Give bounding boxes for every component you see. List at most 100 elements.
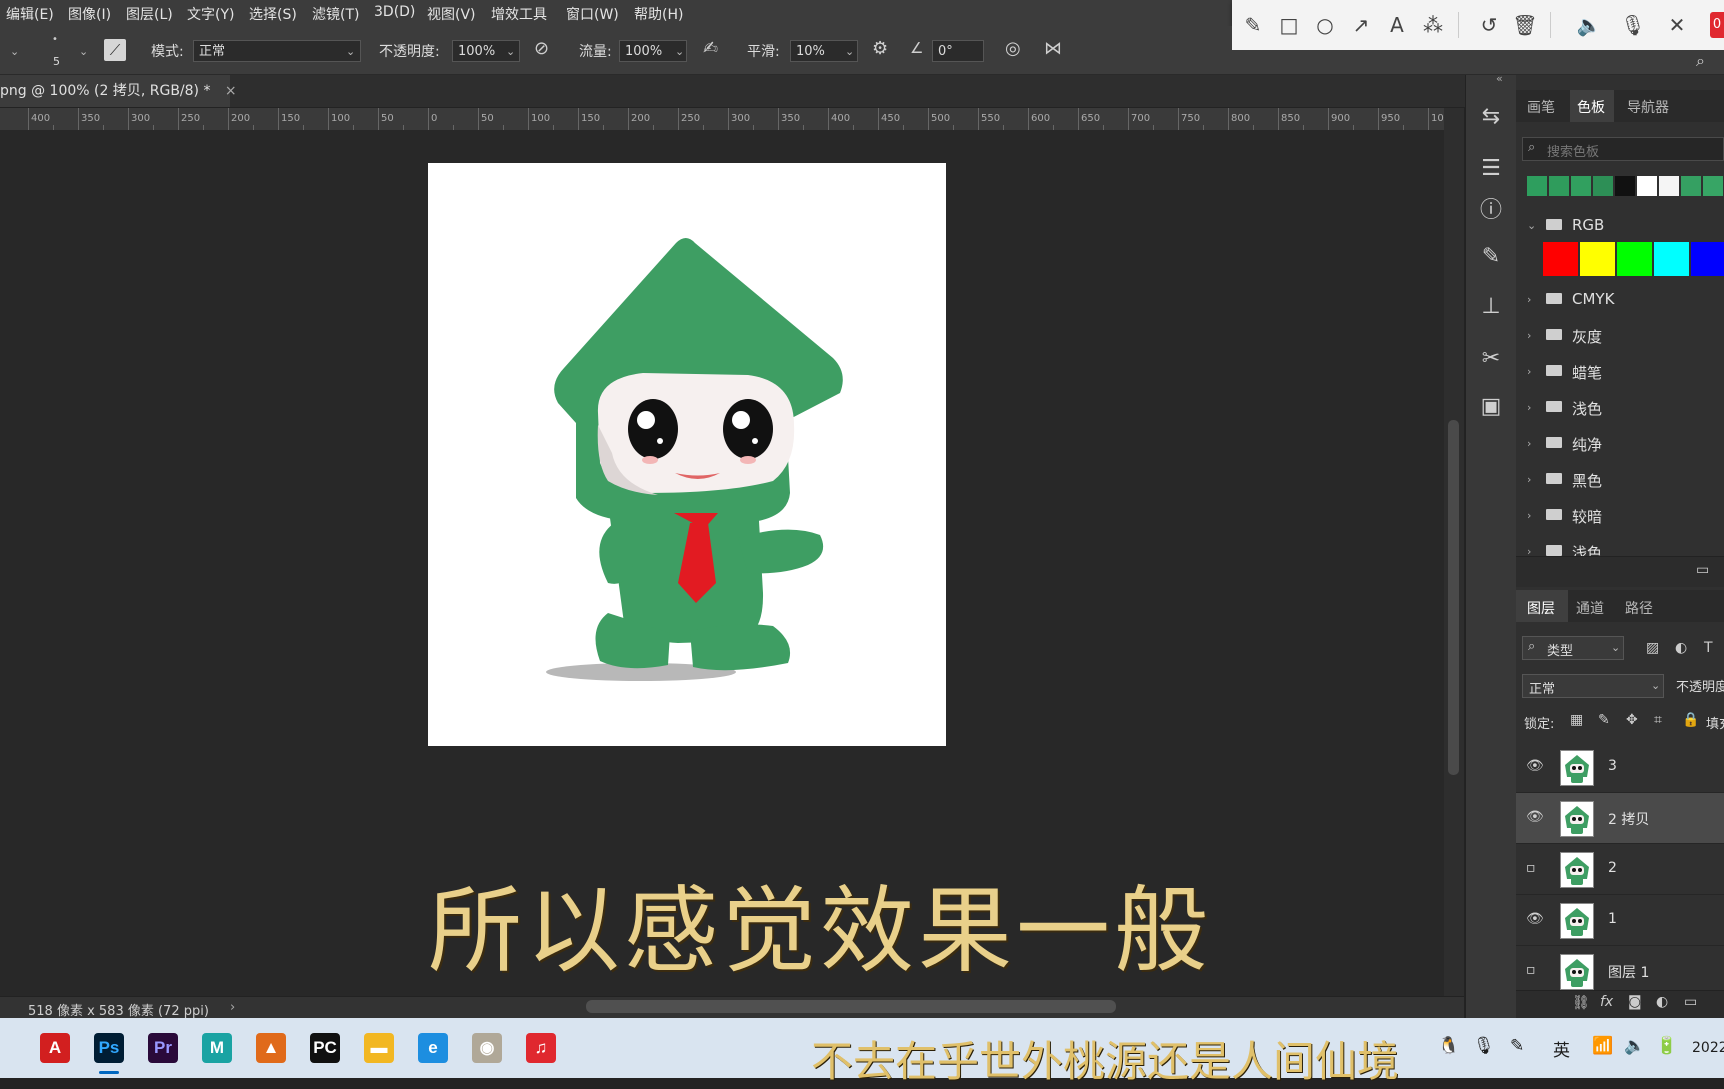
pycharm-taskbar-icon[interactable]: PC	[310, 1033, 340, 1063]
color-swatch[interactable]	[1703, 176, 1723, 196]
microphone-icon[interactable]: 🎙	[1473, 1036, 1495, 1056]
trash-icon[interactable]: 🗑	[1512, 12, 1538, 38]
flow-chevron-icon[interactable]: ⌄	[675, 45, 684, 58]
arrow-icon[interactable]: ↗	[1348, 12, 1374, 38]
blend-mode-select[interactable]: 正常 ⌄	[1522, 674, 1664, 698]
tab-layers[interactable]: 图层	[1527, 598, 1555, 618]
swatch-group-6[interactable]: 黑色	[1572, 470, 1602, 491]
ime-indicator[interactable]: 英	[1553, 1036, 1570, 1061]
pressure-size-icon[interactable]: ◎	[1005, 38, 1021, 59]
matlab-taskbar-icon[interactable]: ▲	[256, 1033, 286, 1063]
menu-3d[interactable]: 3D(D)	[374, 4, 415, 20]
color-swatch[interactable]	[1571, 176, 1591, 196]
adjustments-icon[interactable]: ☰	[1477, 156, 1505, 181]
mode-select[interactable]: 正常	[193, 40, 361, 62]
swatch-group-3[interactable]: 蜡笔	[1572, 362, 1602, 383]
eye-icon[interactable]: 👁	[1526, 809, 1544, 825]
netease-music-taskbar-icon[interactable]: ♫	[526, 1033, 556, 1063]
symmetry-butterfly-icon[interactable]: ⋈	[1044, 38, 1062, 59]
color-swatch[interactable]	[1615, 176, 1635, 196]
document-tab[interactable]: png @ 100% (2 拷贝, RGB/8) * ×	[0, 75, 237, 107]
layer-filter-select[interactable]: ⌕ 类型 ⌄	[1522, 636, 1624, 660]
undo-icon[interactable]: ↺	[1476, 12, 1502, 38]
rectangle-icon[interactable]: □	[1276, 12, 1302, 38]
layer-thumbnail[interactable]	[1560, 801, 1594, 837]
status-menu-arrow-icon[interactable]: ›	[230, 1000, 235, 1015]
airbrush-icon[interactable]: ✍	[703, 38, 718, 59]
vertical-scrollbar-thumb[interactable]	[1448, 420, 1459, 775]
swatch-group-5[interactable]: 纯净	[1572, 434, 1602, 455]
collapsed-chevron-icon[interactable]: ›	[1527, 509, 1531, 522]
new-group-folder-icon[interactable]: ▭	[1696, 562, 1709, 578]
layer-row[interactable]	[1516, 844, 1724, 895]
lock-transparent-icon[interactable]: ▦	[1570, 712, 1583, 728]
swatch-group-2[interactable]: 灰度	[1572, 326, 1602, 347]
menu-view[interactable]: 视图(V)	[427, 4, 476, 24]
smoothing-chevron-icon[interactable]: ⌄	[845, 45, 854, 58]
layer-row[interactable]	[1516, 742, 1724, 793]
swatch-group-1[interactable]: CMYK	[1572, 290, 1614, 308]
qq-icon[interactable]: 🐧	[1438, 1036, 1459, 1056]
lock-position-icon[interactable]: ✥	[1626, 712, 1638, 728]
layer-thumbnail[interactable]	[1560, 852, 1594, 888]
color-swatch[interactable]	[1637, 176, 1657, 196]
angle-field[interactable]: 0°	[932, 40, 984, 62]
menu-help[interactable]: 帮助(H)	[634, 4, 683, 24]
filter-type-icon[interactable]: T	[1704, 640, 1713, 656]
lock-all-icon[interactable]: 🔒	[1682, 712, 1699, 728]
swatch-group-0[interactable]: RGB	[1572, 216, 1604, 234]
filter-adjustment-icon[interactable]: ◐	[1675, 640, 1687, 656]
filter-pixel-icon[interactable]: ▨	[1646, 640, 1659, 656]
add-mask-icon[interactable]: ◙	[1628, 994, 1642, 1010]
clock-year[interactable]: 2022	[1692, 1040, 1724, 1056]
color-swatch[interactable]	[1549, 176, 1569, 196]
battery-icon[interactable]: 🔋	[1656, 1036, 1677, 1056]
tab-channels[interactable]: 通道	[1576, 598, 1604, 618]
eye-icon[interactable]: 👁	[1526, 911, 1544, 927]
menu-select[interactable]: 选择(S)	[249, 4, 297, 24]
magic-wand-icon[interactable]: ⁂	[1420, 12, 1446, 38]
recording-badge[interactable]: 0	[1710, 12, 1724, 38]
pencil-icon[interactable]: ✎	[1240, 12, 1266, 38]
menu-layer[interactable]: 图层(L)	[126, 4, 173, 24]
color-swatch[interactable]	[1691, 242, 1724, 276]
collapsed-chevron-icon[interactable]: ›	[1527, 293, 1531, 306]
speaker-icon[interactable]: 🔈	[1576, 12, 1602, 38]
menu-filter[interactable]: 滤镜(T)	[312, 4, 359, 24]
app-avatar-taskbar-icon[interactable]: ◉	[472, 1033, 502, 1063]
layer-thumbnail[interactable]	[1560, 954, 1594, 990]
history-icon[interactable]: ⇆	[1477, 104, 1505, 129]
tab-brushes[interactable]: 画笔	[1527, 97, 1555, 117]
expanded-chevron-icon[interactable]: ⌄	[1527, 219, 1536, 232]
eye-hidden-icon[interactable]: ▫	[1526, 860, 1536, 876]
collapsed-chevron-icon[interactable]: ›	[1527, 437, 1531, 450]
wifi-icon[interactable]: 📶	[1592, 1036, 1613, 1056]
pen-icon[interactable]: ✎	[1510, 1036, 1524, 1056]
color-swatch[interactable]	[1593, 176, 1613, 196]
layer-thumbnail[interactable]	[1560, 750, 1594, 786]
swatch-search-field[interactable]: ⌕ 搜索色板	[1522, 137, 1724, 161]
new-group-icon[interactable]: ▭	[1684, 994, 1697, 1010]
tab-navigator[interactable]: 导航器	[1627, 97, 1669, 117]
edge-taskbar-icon[interactable]: e	[418, 1033, 448, 1063]
layer-thumbnail[interactable]	[1560, 903, 1594, 939]
close-icon[interactable]: ✕	[1664, 12, 1690, 38]
document-canvas[interactable]	[428, 163, 946, 746]
gear-icon[interactable]: ⚙	[872, 38, 888, 59]
brush-size[interactable]: 5	[53, 55, 60, 68]
collapsed-chevron-icon[interactable]: ›	[1527, 473, 1531, 486]
premiere-taskbar-icon[interactable]: Pr	[148, 1033, 178, 1063]
link-layers-icon[interactable]: ⛓	[1572, 995, 1590, 1011]
microphone-icon[interactable]: 🎙	[1620, 12, 1646, 38]
brush-presets-icon[interactable]: ✎	[1477, 244, 1505, 269]
text-icon[interactable]: A	[1384, 12, 1410, 38]
tools-icon[interactable]: ✂	[1477, 346, 1505, 371]
brush-settings-icon[interactable]: ⟋	[104, 39, 126, 61]
tab-swatches[interactable]: 色板	[1577, 97, 1605, 117]
menu-plugins[interactable]: 增效工具	[491, 4, 547, 24]
menu-edit[interactable]: 编辑(E)	[6, 4, 54, 24]
collapsed-chevron-icon[interactable]: ›	[1527, 365, 1531, 378]
swatch-group-4[interactable]: 浅色	[1572, 398, 1602, 419]
new-fill-layer-icon[interactable]: ◐	[1656, 994, 1668, 1010]
swatch-group-7[interactable]: 较暗	[1572, 506, 1602, 527]
